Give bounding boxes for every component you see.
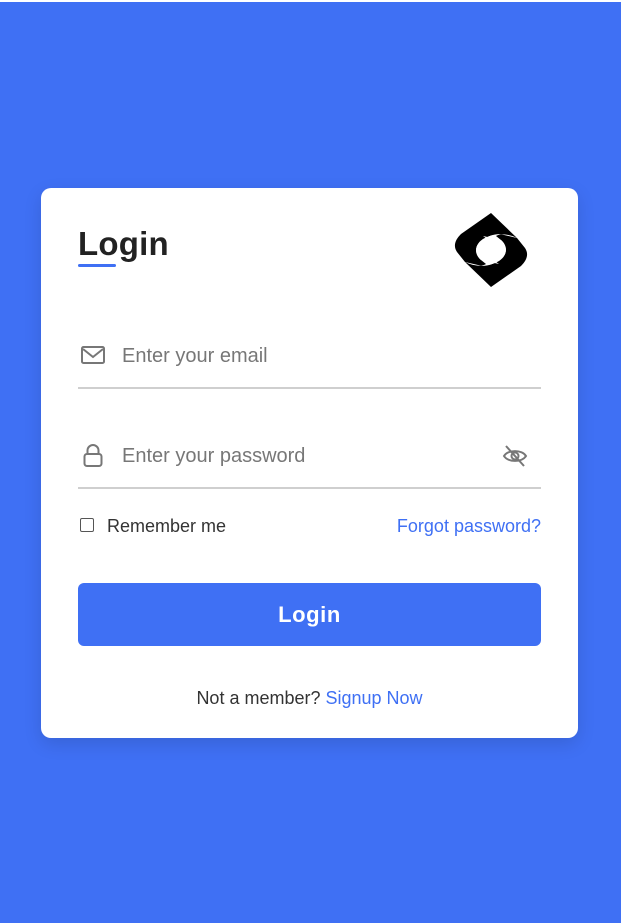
envelope-icon bbox=[80, 342, 106, 368]
signup-link[interactable]: Signup Now bbox=[326, 688, 423, 708]
password-input[interactable] bbox=[122, 438, 492, 474]
login-button[interactable]: Login bbox=[78, 583, 541, 646]
title-underline bbox=[78, 264, 116, 267]
eye-slash-icon[interactable] bbox=[501, 442, 529, 470]
s-logo-icon bbox=[451, 210, 531, 290]
email-field bbox=[78, 329, 541, 389]
remember-checkbox[interactable] bbox=[80, 518, 94, 532]
remember-label: Remember me bbox=[107, 516, 227, 536]
signup-prompt: Not a member? bbox=[196, 688, 326, 708]
email-input[interactable] bbox=[122, 338, 492, 374]
login-card: Login Enter your email Remember me Forgo… bbox=[41, 188, 578, 738]
options-row: Remember me Forgot password? bbox=[78, 512, 541, 540]
forgot-password-link[interactable]: Forgot password? bbox=[397, 514, 541, 538]
lock-icon bbox=[80, 442, 106, 468]
page-title: Login bbox=[78, 225, 169, 262]
password-field bbox=[78, 429, 541, 489]
signup-row: Not a member? Signup Now bbox=[41, 686, 578, 710]
